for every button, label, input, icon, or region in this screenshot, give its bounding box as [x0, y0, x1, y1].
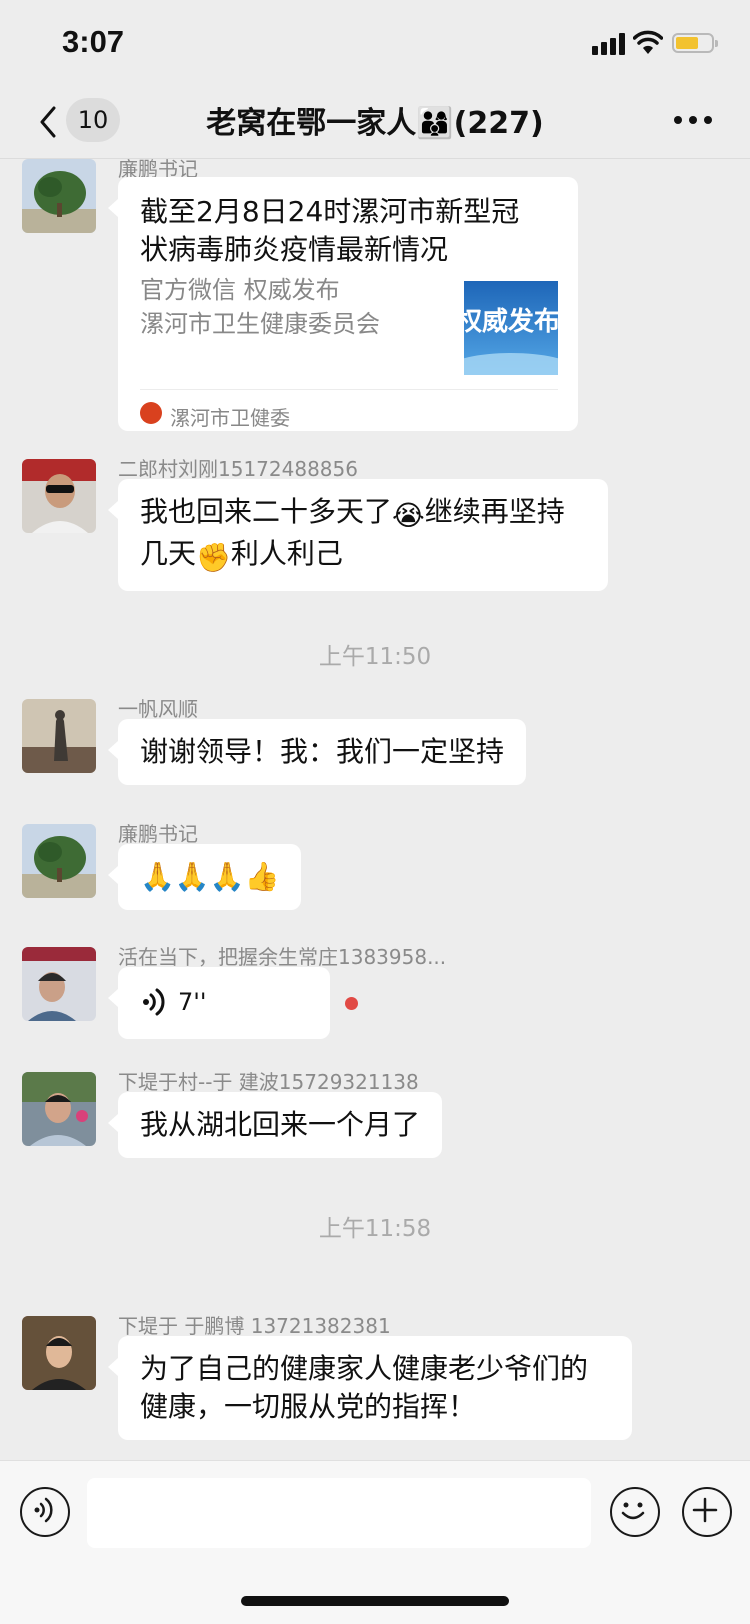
card-source: 漯河市卫健委 — [170, 406, 290, 430]
message-bubble[interactable]: 我也回来二十多天了😭继续再坚持几天✊利人利己 — [108, 479, 608, 591]
voice-icon — [34, 1497, 53, 1522]
sender-name: 下堤于村--于 建波15729321138 — [118, 1070, 419, 1094]
avatar[interactable] — [22, 459, 96, 533]
card-divider — [140, 389, 558, 390]
avatar[interactable] — [22, 1316, 96, 1390]
sender-name: 二郎村刘刚15172488856 — [118, 457, 358, 481]
fist-emoji-icon: ✊ — [196, 541, 231, 574]
message-text: 谢谢领导！我：我们一定坚持 — [140, 735, 505, 768]
message-bubble[interactable]: 🙏🙏🙏👍 — [107, 844, 302, 910]
time-divider: 上午11:50 — [318, 644, 432, 670]
avatar[interactable] — [22, 824, 96, 898]
crying-emoji-icon: 😭 — [392, 499, 425, 532]
government-emblem-icon — [140, 402, 162, 424]
more-functions-button[interactable] — [682, 1487, 732, 1537]
message-text: 我也回来二十多天了 — [140, 495, 393, 528]
time-divider: 上午11:58 — [318, 1216, 432, 1242]
emoji-icon — [621, 1502, 644, 1519]
chat-title: 老窝在鄂一家人👨‍👩‍👦(227) — [206, 106, 544, 141]
chat-header: 10 老窝在鄂一家人👨‍👩‍👦(227) — [0, 88, 750, 159]
emoji-button[interactable] — [610, 1487, 660, 1537]
sender-name: 廉鹏书记 — [118, 822, 198, 846]
message-text: 为了自己的健康家人健康老少爷们的健康，一切服从党的指挥！ — [140, 1352, 589, 1423]
emoji-message: 🙏🙏🙏👍 — [140, 860, 280, 893]
status-time: 3:07 — [62, 24, 125, 59]
battery-icon — [672, 33, 718, 53]
message-bubble[interactable]: 谢谢领导！我：我们一定坚持 — [107, 719, 527, 785]
avatar[interactable] — [22, 947, 96, 1021]
message-input[interactable] — [87, 1478, 591, 1548]
status-bar: 3:07 — [0, 0, 750, 88]
message-text: 我从湖北回来一个月了 — [140, 1108, 421, 1141]
avatar[interactable] — [22, 1072, 96, 1146]
voice-wave-icon — [143, 988, 165, 1016]
message-bubble[interactable]: 为了自己的健康家人健康老少爷们的健康，一切服从党的指挥！ — [108, 1336, 632, 1440]
card-thumbnail-text: 权威发布 — [464, 307, 558, 337]
more-icon[interactable] — [674, 116, 714, 126]
unread-voice-dot — [345, 997, 358, 1010]
avatar[interactable] — [22, 159, 96, 233]
voice-message-bubble[interactable]: 7'' — [108, 967, 330, 1039]
plus-icon — [692, 1497, 717, 1522]
link-card[interactable]: 截至2月8日24时漯河市新型冠状病毒肺炎疫情最新情况 官方微信 权威发布 漯河市… — [108, 177, 578, 431]
voice-duration: 7'' — [178, 988, 207, 1016]
cellular-signal-icon — [592, 33, 628, 55]
sender-name: 活在当下，把握余生常庄1383958... — [118, 945, 447, 969]
message-list[interactable]: 廉鹏书记 截至2月8日24时漯河市新型冠状病毒肺炎疫情最新情况 官方微信 权威发… — [0, 159, 750, 1459]
card-title: 截至2月8日24时漯河市新型冠状病毒肺炎疫情最新情况 — [140, 195, 520, 266]
home-indicator[interactable] — [241, 1596, 509, 1606]
wifi-icon — [633, 30, 663, 54]
voice-input-button[interactable] — [20, 1487, 70, 1537]
message-bubble[interactable]: 我从湖北回来一个月了 — [107, 1092, 443, 1158]
message-text: 利人利己 — [230, 537, 343, 570]
sender-name: 下堤于 于鹏博 13721382381 — [118, 1314, 391, 1338]
avatar[interactable] — [22, 699, 96, 773]
sender-name: 一帆风顺 — [118, 697, 198, 721]
input-bar — [0, 1460, 750, 1624]
card-description: 官方微信 权威发布 漯河市卫生健康委员会 — [140, 276, 380, 338]
card-thumbnail: 权威发布 — [464, 281, 558, 375]
